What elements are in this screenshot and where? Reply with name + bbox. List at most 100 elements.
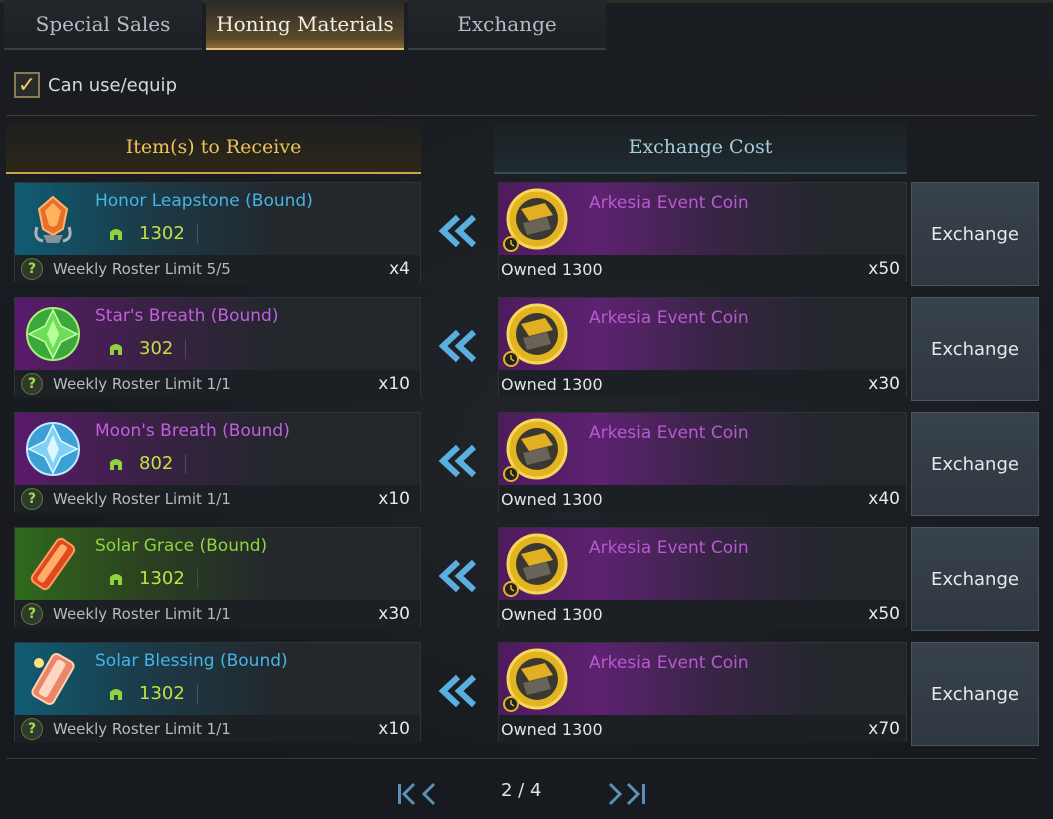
exchange-row: Moon's Breath (Bound) 802 ? Weekly Roste… [0,408,1053,516]
exchange-button[interactable]: Exchange [911,412,1039,516]
weekly-limit: Weekly Roster Limit 1/1 [53,605,231,623]
weekly-limit: Weekly Roster Limit 1/1 [53,490,231,508]
owned-amount: Owned 1300 [501,259,603,279]
arkesia-coin-icon [503,188,568,252]
cost-currency-name: Arkesia Event Coin [589,423,749,443]
checkbox[interactable]: ✓ [14,72,40,98]
receive-item-card[interactable]: Solar Grace (Bound) 1302 ? Weekly Roster… [14,527,421,628]
solar-grace-icon [30,537,76,591]
cost-currency-name: Arkesia Event Coin [589,538,749,558]
item-quantity: x4 [389,259,410,279]
tab-honing-materials[interactable]: Honing Materials [206,0,404,50]
cost-card[interactable]: Arkesia Event Coin Owned 1300 x40 [498,412,907,513]
double-chevron-left-icon [438,674,477,708]
item-footer: ? Weekly Roster Limit 1/1 x10 [15,485,420,513]
divider-bottom [6,758,1037,759]
exchange-button[interactable]: Exchange [911,642,1039,746]
exchange-button[interactable]: Exchange [911,527,1039,631]
weekly-limit: Weekly Roster Limit 1/1 [53,375,231,393]
exchange-row: Solar Blessing (Bound) 1302 ? Weekly Ros… [0,638,1053,746]
double-chevron-left-icon [438,214,477,248]
level-separator [196,683,198,704]
item-name: Solar Blessing (Bound) [95,651,288,671]
item-quantity: x10 [378,374,410,394]
cost-footer: Owned 1300 x50 [499,600,906,628]
item-level: 1302 [107,223,198,244]
cost-card[interactable]: Arkesia Event Coin Owned 1300 x30 [498,297,907,398]
exchange-button[interactable]: Exchange [911,297,1039,401]
divider-top [6,115,1037,116]
item-name: Honor Leapstone (Bound) [95,191,313,211]
item-quantity: x30 [378,604,410,624]
item-level: 802 [107,453,187,474]
cost-card[interactable]: Arkesia Event Coin Owned 1300 x50 [498,182,907,283]
cost-currency-name: Arkesia Event Coin [589,308,749,328]
cost-card[interactable]: Arkesia Event Coin Owned 1300 x70 [498,642,907,743]
first-page-icon[interactable] [396,780,438,808]
stars-breath-icon [26,307,80,361]
cost-header: Exchange Cost [494,122,907,174]
helmet-icon [110,458,122,470]
item-level: 1302 [107,683,198,704]
owned-amount: Owned 1300 [501,604,603,624]
item-level-value: 802 [139,453,174,474]
item-level: 1302 [107,568,198,589]
exchange-row: Solar Grace (Bound) 1302 ? Weekly Roster… [0,523,1053,631]
solar-blessing-icon [31,653,75,705]
tab-exchange[interactable]: Exchange [408,0,606,50]
helmet-icon [110,228,122,240]
level-separator [185,453,187,474]
cost-currency-name: Arkesia Event Coin [589,653,749,673]
cost-footer: Owned 1300 x40 [499,485,906,513]
can-use-filter[interactable]: ✓ Can use/equip [14,72,177,98]
item-level-value: 1302 [139,683,185,704]
help-icon[interactable]: ? [21,373,43,395]
filter-label: Can use/equip [48,74,177,96]
item-level-value: 1302 [139,568,185,589]
owned-amount: Owned 1300 [501,374,603,394]
receive-item-card[interactable]: Honor Leapstone (Bound) 1302 ? Weekly Ro… [14,182,421,283]
item-footer: ? Weekly Roster Limit 1/1 x10 [15,715,420,743]
cost-footer: Owned 1300 x50 [499,255,906,283]
cost-quantity: x50 [868,259,900,279]
exchange-row: Honor Leapstone (Bound) 1302 ? Weekly Ro… [0,178,1053,286]
item-level-value: 1302 [139,223,185,244]
item-quantity: x10 [378,719,410,739]
arkesia-coin-icon [503,648,568,712]
checkmark-icon: ✓ [17,72,37,98]
moons-breath-icon [26,422,80,476]
weekly-limit: Weekly Roster Limit 5/5 [53,260,231,278]
exchange-row: Star's Breath (Bound) 302 ? Weekly Roste… [0,293,1053,401]
helmet-icon [110,688,122,700]
cost-footer: Owned 1300 x70 [499,715,906,743]
arkesia-coin-icon [503,418,568,482]
item-name: Star's Breath (Bound) [95,306,279,326]
help-icon[interactable]: ? [21,258,43,280]
tab-bar: Special Sales Honing Materials Exchange [4,0,610,52]
double-chevron-left-icon [438,559,477,593]
receive-header: Item(s) to Receive [6,122,421,174]
help-icon[interactable]: ? [21,603,43,625]
receive-item-card[interactable]: Solar Blessing (Bound) 1302 ? Weekly Ros… [14,642,421,743]
page-indicator: 2 / 4 [501,780,542,801]
tab-special-sales[interactable]: Special Sales [4,0,202,50]
level-separator [185,338,187,359]
cost-quantity: x50 [868,604,900,624]
item-level: 302 [107,338,187,359]
arkesia-coin-icon [503,533,568,597]
cost-currency-name: Arkesia Event Coin [589,193,749,213]
cost-card[interactable]: Arkesia Event Coin Owned 1300 x50 [498,527,907,628]
exchange-button[interactable]: Exchange [911,182,1039,286]
last-page-icon[interactable] [606,780,648,808]
cost-footer: Owned 1300 x30 [499,370,906,398]
item-footer: ? Weekly Roster Limit 1/1 x10 [15,370,420,398]
receive-item-card[interactable]: Star's Breath (Bound) 302 ? Weekly Roste… [14,297,421,398]
owned-amount: Owned 1300 [501,489,603,509]
arkesia-coin-icon [503,303,568,367]
owned-amount: Owned 1300 [501,719,603,739]
item-level-value: 302 [139,338,174,359]
receive-item-card[interactable]: Moon's Breath (Bound) 802 ? Weekly Roste… [14,412,421,513]
help-icon[interactable]: ? [21,718,43,740]
help-icon[interactable]: ? [21,488,43,510]
cost-quantity: x30 [868,374,900,394]
